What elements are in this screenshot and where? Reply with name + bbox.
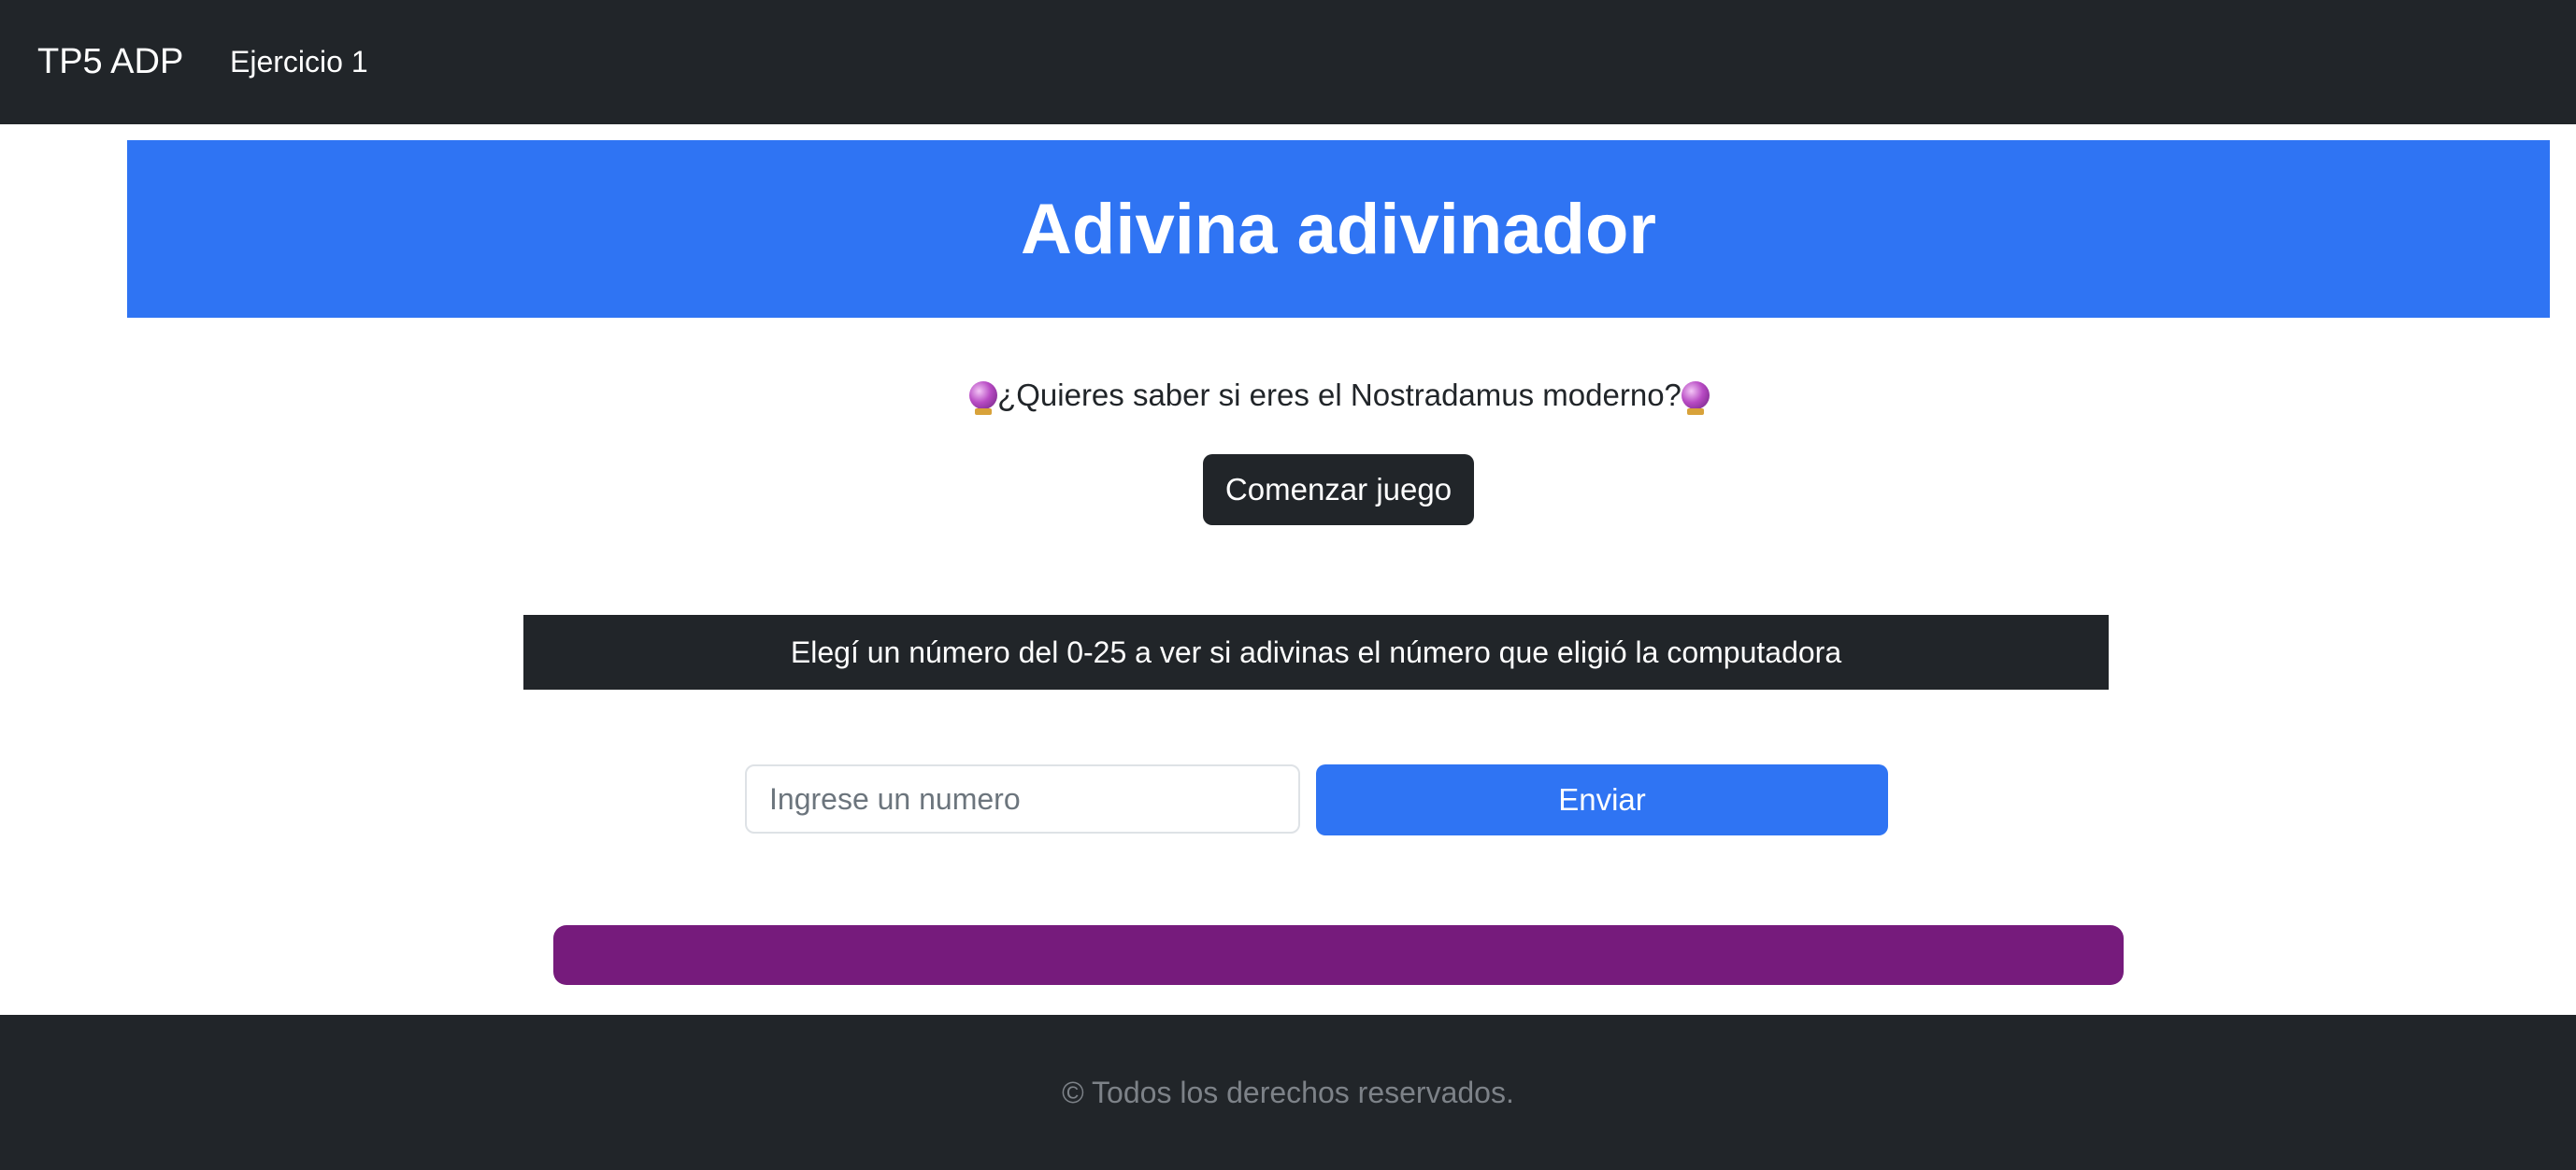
crystal-ball-icon: [1681, 381, 1710, 415]
game-instruction: Elegí un número del 0-25 a ver si adivin…: [523, 615, 2109, 690]
nav-link-ejercicio-1[interactable]: Ejercicio 1: [230, 0, 368, 124]
navbar-brand[interactable]: TP5 ADP: [37, 0, 183, 124]
number-input[interactable]: [745, 764, 1300, 834]
navbar: TP5 ADP Ejercicio 1: [0, 0, 2576, 124]
result-bar: [553, 925, 2124, 985]
hero-banner: Adivina adivinador: [127, 140, 2550, 318]
intro-question-text: ¿Quieres saber si eres el Nostradamus mo…: [997, 378, 1682, 412]
send-button[interactable]: Enviar: [1316, 764, 1888, 835]
start-game-button[interactable]: Comenzar juego: [1203, 454, 1474, 525]
crystal-ball-icon: [969, 381, 998, 415]
footer-copyright: © Todos los derechos reservados.: [1062, 1075, 1514, 1109]
intro-question: ¿Quieres saber si eres el Nostradamus mo…: [0, 378, 2576, 415]
footer: © Todos los derechos reservados.: [0, 1015, 2576, 1170]
page-title: Adivina adivinador: [1021, 189, 1656, 269]
